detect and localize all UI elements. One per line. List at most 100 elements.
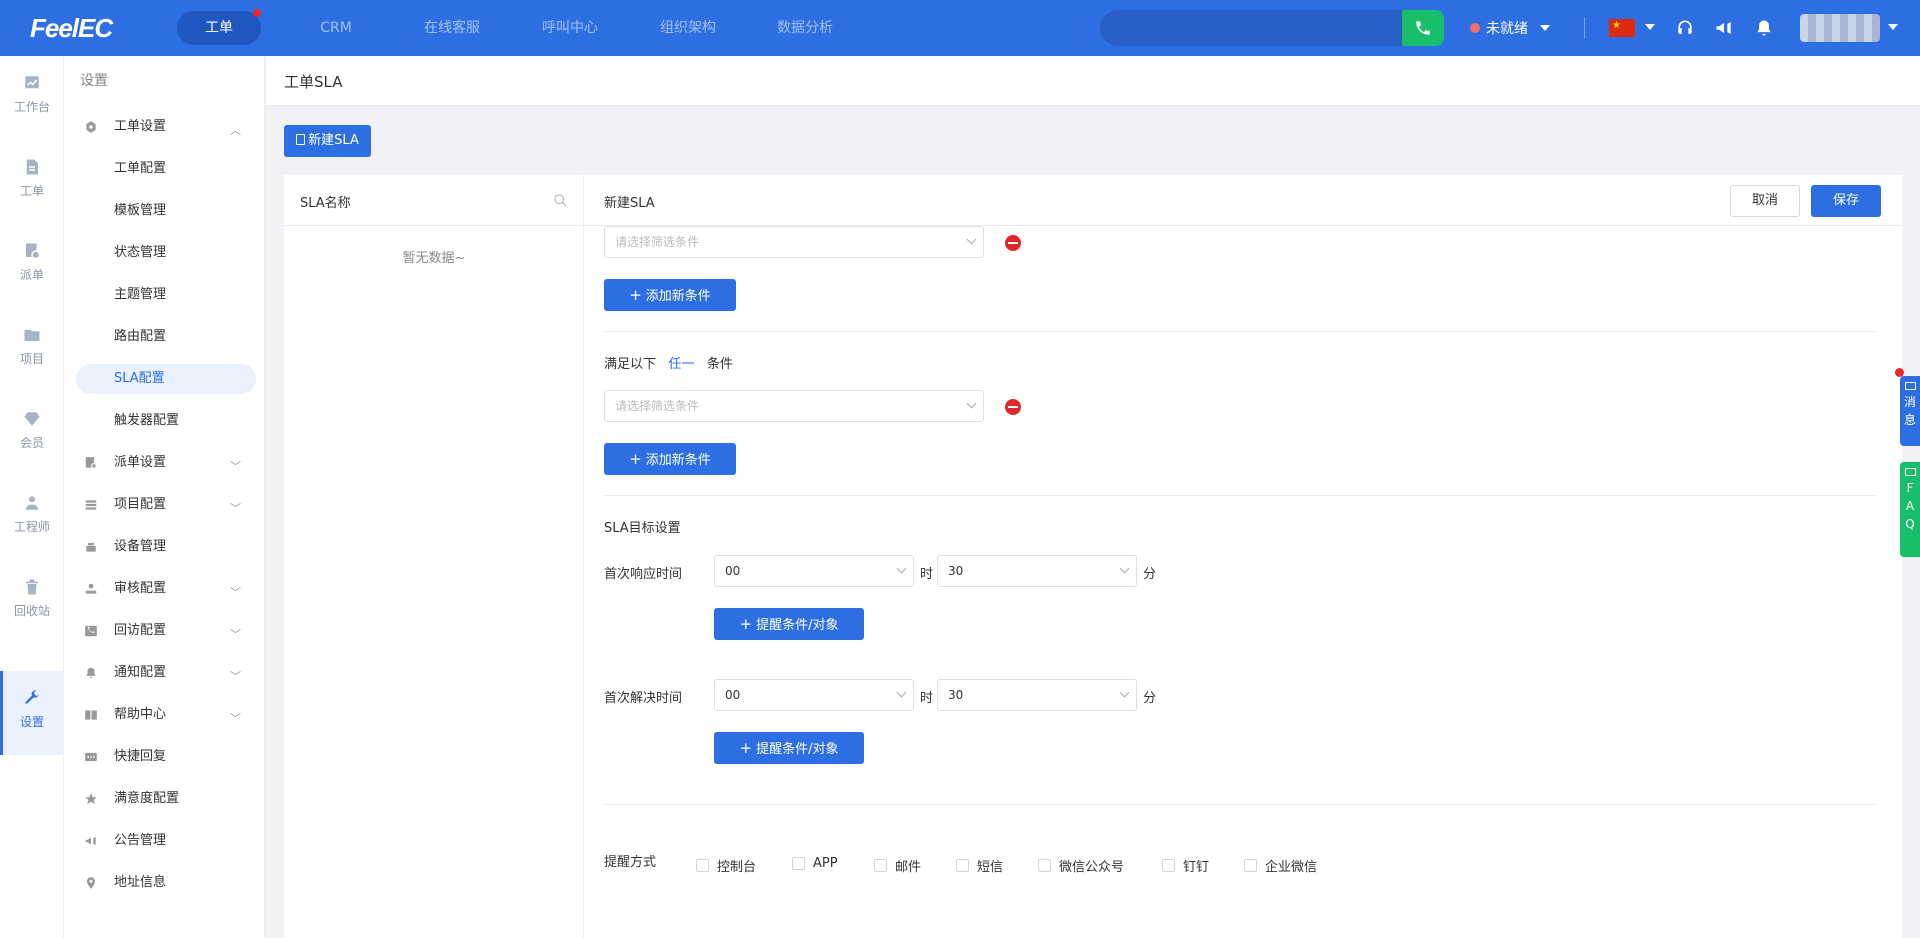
rail-item-recycle-bin[interactable]: 回收站 [0,560,64,644]
headset-icon[interactable] [1675,18,1695,38]
rail-item-dispatch[interactable]: 派单 [0,224,64,308]
tab-ticket[interactable]: 工单 [177,11,261,45]
top-navigation-bar: FeelEC 工单 CRM 在线客服 呼叫中心 组织架构 数据分析 未就绪 ★ [0,0,1920,56]
menu-item-ticket-config[interactable]: 工单配置 [64,154,265,184]
agent-status-dropdown[interactable]: 未就绪 [1470,18,1550,38]
menu-item-address[interactable]: 地址信息 [64,868,265,898]
rail-item-engineer[interactable]: 工程师 [0,476,64,560]
notify-option-sms[interactable]: 短信 [956,856,1003,875]
tab-call-center[interactable]: 呼叫中心 [530,11,610,45]
reminder-button[interactable]: + 提醒条件/对象 [714,732,864,764]
page-header: 工单SLA [266,56,1920,106]
checkbox[interactable] [1244,859,1257,872]
save-button[interactable]: 保存 [1811,185,1881,217]
menu-item-status[interactable]: 状态管理 [64,238,265,268]
menu-label: 触发器配置 [114,413,180,428]
message-icon [85,752,97,762]
rail-item-ticket[interactable]: 工单 [0,140,64,224]
menu-item-return-visit[interactable]: 回访配置 ﹀ [64,616,265,646]
menu-item-device[interactable]: 设备管理 [64,532,265,562]
megaphone-icon[interactable] [1714,18,1734,38]
menu-item-routing[interactable]: 路由配置 [64,322,265,352]
any-condition-label: 满足以下 任一 条件 [604,353,733,372]
menu-item-help-center[interactable]: 帮助中心 ﹀ [64,700,265,730]
rail-item-member[interactable]: 会员 [0,392,64,476]
bell-icon [86,667,96,679]
menu-label: 满意度配置 [114,791,180,806]
notify-option-wechat-official[interactable]: 微信公众号 [1038,856,1124,875]
notify-option-console[interactable]: 控制台 [696,856,756,875]
tab-online-service[interactable]: 在线客服 [412,11,492,45]
divider [1584,17,1585,39]
select-placeholder: 请选择筛选条件 [615,235,700,249]
minute-unit: 分 [1143,567,1157,582]
first-resolve-minutes-select[interactable]: 30 [937,679,1137,711]
menu-item-template[interactable]: 模板管理 [64,196,265,226]
filter-condition-select[interactable]: 请选择筛选条件 [604,226,984,258]
reminder-button[interactable]: + 提醒条件/对象 [714,608,864,640]
menu-item-satisfaction[interactable]: 满意度配置 [64,784,265,814]
dial-input[interactable] [1100,10,1402,46]
chevron-down-icon[interactable] [1645,24,1655,30]
bell-icon[interactable] [1754,18,1774,38]
menu-item-ticket-settings[interactable]: 工单设置 ︿ [64,112,265,142]
notify-option-app[interactable]: APP [792,856,838,871]
chevron-down-icon[interactable] [1888,24,1898,30]
remove-condition-icon[interactable] [1005,399,1021,415]
notify-option-dingtalk[interactable]: 钉钉 [1162,856,1209,875]
menu-item-quick-reply[interactable]: 快捷回复 [64,742,265,772]
match-mode-link[interactable]: 任一 [668,357,694,372]
faq-float-tab[interactable]: FAQ [1900,462,1920,557]
chevron-down-icon: ﹀ [230,460,241,473]
megaphone-icon [85,836,96,846]
rail-item-project[interactable]: 项目 [0,308,64,392]
cancel-button[interactable]: 取消 [1730,185,1800,217]
menu-item-topic[interactable]: 主题管理 [64,280,265,310]
call-button[interactable] [1402,10,1444,46]
menu-item-notification[interactable]: 通知配置 ﹀ [64,658,265,688]
menu-item-announcement[interactable]: 公告管理 [64,826,265,856]
tab-data-analysis[interactable]: 数据分析 [765,11,845,45]
notify-option-email[interactable]: 邮件 [874,856,921,875]
menu-label: 设备管理 [114,539,167,554]
tab-organization[interactable]: 组织架构 [648,11,728,45]
button-label: 提醒条件/对象 [756,618,839,633]
add-condition-button[interactable]: + 添加新条件 [604,443,736,475]
rail-item-settings[interactable]: 设置 [0,671,64,755]
filter-condition-select[interactable]: 请选择筛选条件 [604,390,984,422]
engineer-icon [26,496,38,510]
checkbox[interactable] [874,859,887,872]
option-label: 控制台 [717,860,757,875]
checkbox[interactable] [956,859,969,872]
menu-item-sla[interactable]: SLA配置 [76,364,256,394]
first-response-hours-select[interactable]: 00 [714,555,914,587]
checkbox[interactable] [696,859,709,872]
first-resolve-hours-select[interactable]: 00 [714,679,914,711]
language-flag-icon[interactable]: ★ [1609,19,1635,37]
menu-item-dispatch-settings[interactable]: 派单设置 ﹀ [64,448,265,478]
menu-item-review[interactable]: 审核配置 ﹀ [64,574,265,604]
menu-item-project-config[interactable]: 项目配置 ﹀ [64,490,265,520]
rail-item-workbench[interactable]: 工作台 [0,56,64,140]
label-text: 满足以下 [604,357,657,372]
search-icon[interactable] [553,193,568,208]
trash-icon [26,579,38,595]
chevron-down-icon: ﹀ [230,586,241,599]
add-condition-button[interactable]: + 添加新条件 [604,279,736,311]
checkbox[interactable] [1038,859,1051,872]
tab-crm[interactable]: CRM [300,11,372,45]
remove-condition-icon[interactable] [1005,235,1021,251]
user-avatar[interactable] [1800,14,1880,42]
settings-menu: 设置 工单设置 ︿ 工单配置 模板管理 状态管理 主题管理 路由配置 SLA配置… [64,56,265,938]
chevron-down-icon [896,687,907,698]
chevron-down-icon [1119,563,1130,574]
chat-icon [1904,382,1916,390]
menu-item-trigger[interactable]: 触发器配置 [64,406,265,436]
notify-option-wecom[interactable]: 企业微信 [1244,856,1317,875]
message-float-tab[interactable]: 消息 [1900,376,1920,446]
first-response-minutes-select[interactable]: 30 [937,555,1137,587]
checkbox[interactable] [792,857,805,870]
new-sla-button[interactable]: 新建SLA [284,125,371,157]
chevron-down-icon: ﹀ [230,502,241,515]
checkbox[interactable] [1162,859,1175,872]
